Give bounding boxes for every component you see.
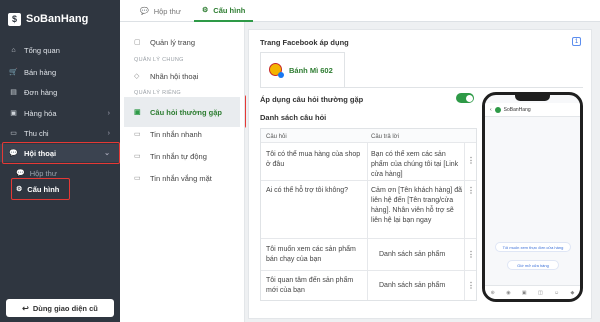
sidebar-item-label: Thu chi bbox=[24, 128, 49, 138]
phone-notch bbox=[515, 95, 550, 101]
apply-faq-label: Áp dụng câu hỏi thường gặp bbox=[260, 95, 364, 104]
table-row[interactable]: Ai có thể hỗ trợ tôi không? Cảm ơn [Tên … bbox=[261, 180, 476, 238]
row-answer: Bạn có thể xem các sản phẩm của chúng tô… bbox=[371, 151, 459, 178]
sidebar-item-orders[interactable]: ▤ Đơn hàng bbox=[0, 83, 120, 101]
faq-table: Câu hỏi Câu trả lời Tôi có thể mua hàng … bbox=[260, 128, 477, 301]
menu-item-page-management[interactable]: ▢ Quản lý trang bbox=[134, 35, 195, 49]
chevron-right-icon: › bbox=[107, 129, 110, 137]
tab-settings[interactable]: ⚙ Cấu hình bbox=[194, 0, 254, 22]
divider bbox=[260, 87, 583, 88]
apply-faq-toggle[interactable] bbox=[456, 93, 474, 103]
like-icon: ◆ bbox=[570, 289, 575, 296]
table-row[interactable]: Tôi quan tâm đến sản phẩm mới của bạn Da… bbox=[261, 270, 476, 300]
menu-item-label: Câu hỏi thường gặp bbox=[150, 107, 223, 117]
quick-question-bubble[interactable]: Giờ mở cửa hàng bbox=[507, 260, 559, 270]
highlight-box bbox=[2, 142, 120, 164]
table-row[interactable]: Tôi muốn xem các sản phẩm bán chạy của b… bbox=[261, 238, 476, 270]
facebook-icon bbox=[278, 72, 284, 78]
menu-item-quick-messages[interactable]: ▭ Tin nhắn nhanh bbox=[134, 127, 202, 141]
home-icon: ⌂ bbox=[11, 46, 16, 54]
inbox-icon: 💬 bbox=[16, 170, 25, 177]
tab-label: Cấu hình bbox=[213, 5, 246, 15]
table-header: Câu hỏi Câu trả lời bbox=[261, 129, 476, 142]
tab-label: Hộp thư bbox=[153, 6, 181, 16]
sidebar-sub-label: Hộp thư bbox=[29, 168, 57, 178]
brand-name: SoBanHang bbox=[26, 13, 89, 25]
section-general: QUẢN LÝ CHUNG bbox=[134, 57, 184, 63]
top-tab-bar: 💬 Hộp thư ⚙ Cấu hình bbox=[120, 0, 600, 22]
quick-question-bubble[interactable]: Tôi muốn xem thực đơn cửa hàng bbox=[495, 242, 571, 252]
avatar bbox=[494, 106, 501, 113]
sidebar-item-label: Hàng hóa bbox=[24, 108, 57, 118]
menu-item-label: Nhãn hội thoại bbox=[150, 71, 199, 81]
box-icon: ▣ bbox=[10, 110, 17, 117]
table-row[interactable]: Tôi có thể mua hàng của shop ở đâu Bạn c… bbox=[261, 142, 476, 180]
section-specific: QUẢN LÝ RIÊNG bbox=[134, 90, 181, 96]
phone-chat-header: ‹ SoBanHang bbox=[485, 103, 580, 117]
more-icon[interactable]: ⋮ bbox=[464, 250, 478, 259]
more-icon[interactable]: ⋮ bbox=[464, 186, 478, 195]
sidebar-item-products[interactable]: ▣ Hàng hóa › bbox=[0, 104, 120, 122]
row-answer: Cảm ơn [Tên khách hàng] đã liên hệ đến [… bbox=[371, 187, 462, 224]
row-question: Tôi muốn xem các sản phẩm bán chạy của b… bbox=[266, 246, 356, 263]
old-ui-button[interactable]: ↩ Dùng giao diện cũ bbox=[6, 299, 114, 317]
gear-icon: ⚙ bbox=[202, 7, 209, 14]
menu-item-faq[interactable]: ▣ Câu hỏi thường gặp bbox=[134, 105, 222, 119]
cart-icon: 🛒 bbox=[9, 69, 18, 76]
sidebar-item-finance[interactable]: ▭ Thu chi › bbox=[0, 124, 120, 142]
inbox-icon: 💬 bbox=[140, 8, 149, 15]
menu-item-label: Tin nhắn nhanh bbox=[150, 129, 202, 139]
brand-logo[interactable]: $ SoBanHang bbox=[0, 0, 120, 38]
tag-icon: ◇ bbox=[134, 73, 140, 80]
sidebar-item-label: Bán hàng bbox=[24, 67, 57, 77]
more-icon[interactable]: ⋮ bbox=[464, 156, 478, 165]
gif-icon: ◫ bbox=[537, 289, 543, 296]
phone-preview: ‹ SoBanHang Tôi muốn xem thực đơn cửa hà… bbox=[482, 92, 583, 302]
menu-item-label: Quản lý trang bbox=[150, 37, 196, 47]
phone-input-bar: ⊕ ◉ ▣ ◫ ☺ ◆ bbox=[485, 285, 580, 299]
emoji-icon: ☺ bbox=[554, 289, 560, 296]
sidebar-item-label: Tổng quan bbox=[24, 45, 60, 55]
chat-icon: ▭ bbox=[134, 153, 141, 160]
header-question: Câu hỏi bbox=[266, 134, 287, 140]
plus-icon: ⊕ bbox=[490, 289, 495, 296]
menu-item-label: Tin nhắn vắng mặt bbox=[150, 173, 212, 183]
orders-icon: ▤ bbox=[10, 89, 17, 96]
document-icon: ▢ bbox=[134, 39, 141, 46]
camera-icon: ◉ bbox=[506, 289, 511, 296]
chat-icon: ▭ bbox=[134, 175, 141, 182]
row-question: Ai có thể hỗ trợ tôi không? bbox=[266, 187, 349, 194]
menu-item-conversation-labels[interactable]: ◇ Nhãn hội thoại bbox=[134, 69, 198, 83]
header-answer: Câu trả lời bbox=[371, 134, 399, 140]
row-answer: Danh sách sản phẩm bbox=[379, 282, 446, 289]
highlight-box bbox=[11, 178, 70, 200]
row-question: Tôi quan tâm đến sản phẩm mới của bạn bbox=[266, 277, 354, 294]
menu-item-auto-messages[interactable]: ▭ Tin nhắn tự động bbox=[134, 149, 207, 163]
question-list-title: Danh sách câu hỏi bbox=[260, 113, 327, 122]
more-icon[interactable]: ⋮ bbox=[464, 281, 478, 290]
row-answer: Danh sách sản phẩm bbox=[379, 251, 446, 258]
fb-pages-title: Trang Facebook áp dụng bbox=[260, 38, 349, 47]
back-icon: ‹ bbox=[490, 106, 492, 113]
tab-inbox[interactable]: 💬 Hộp thư bbox=[132, 0, 189, 22]
image-icon: ▣ bbox=[521, 289, 527, 296]
wallet-icon: ▭ bbox=[10, 130, 17, 137]
sidebar-item-overview[interactable]: ⌂ Tổng quan bbox=[0, 41, 120, 59]
sidebar-item-label: Đơn hàng bbox=[24, 87, 58, 97]
page-name: Bánh Mì 602 bbox=[289, 66, 333, 75]
phone-chat-name: SoBanHang bbox=[503, 106, 531, 113]
logout-icon: ↩ bbox=[22, 303, 29, 313]
old-ui-label: Dùng giao diện cũ bbox=[32, 303, 98, 313]
chat-icon: ▭ bbox=[134, 131, 141, 138]
row-question: Tôi có thể mua hàng của shop ở đâu bbox=[266, 151, 361, 168]
chevron-right-icon: › bbox=[107, 109, 110, 117]
page-count-badge: 1 bbox=[572, 37, 581, 46]
menu-item-away-messages[interactable]: ▭ Tin nhắn vắng mặt bbox=[134, 171, 212, 185]
question-icon: ▣ bbox=[134, 109, 141, 116]
fb-page-card[interactable]: Bánh Mì 602 bbox=[260, 52, 345, 87]
sidebar-item-sales[interactable]: 🛒 Bán hàng bbox=[0, 63, 120, 81]
logo-icon: $ bbox=[8, 12, 21, 26]
menu-item-label: Tin nhắn tự động bbox=[150, 151, 207, 161]
